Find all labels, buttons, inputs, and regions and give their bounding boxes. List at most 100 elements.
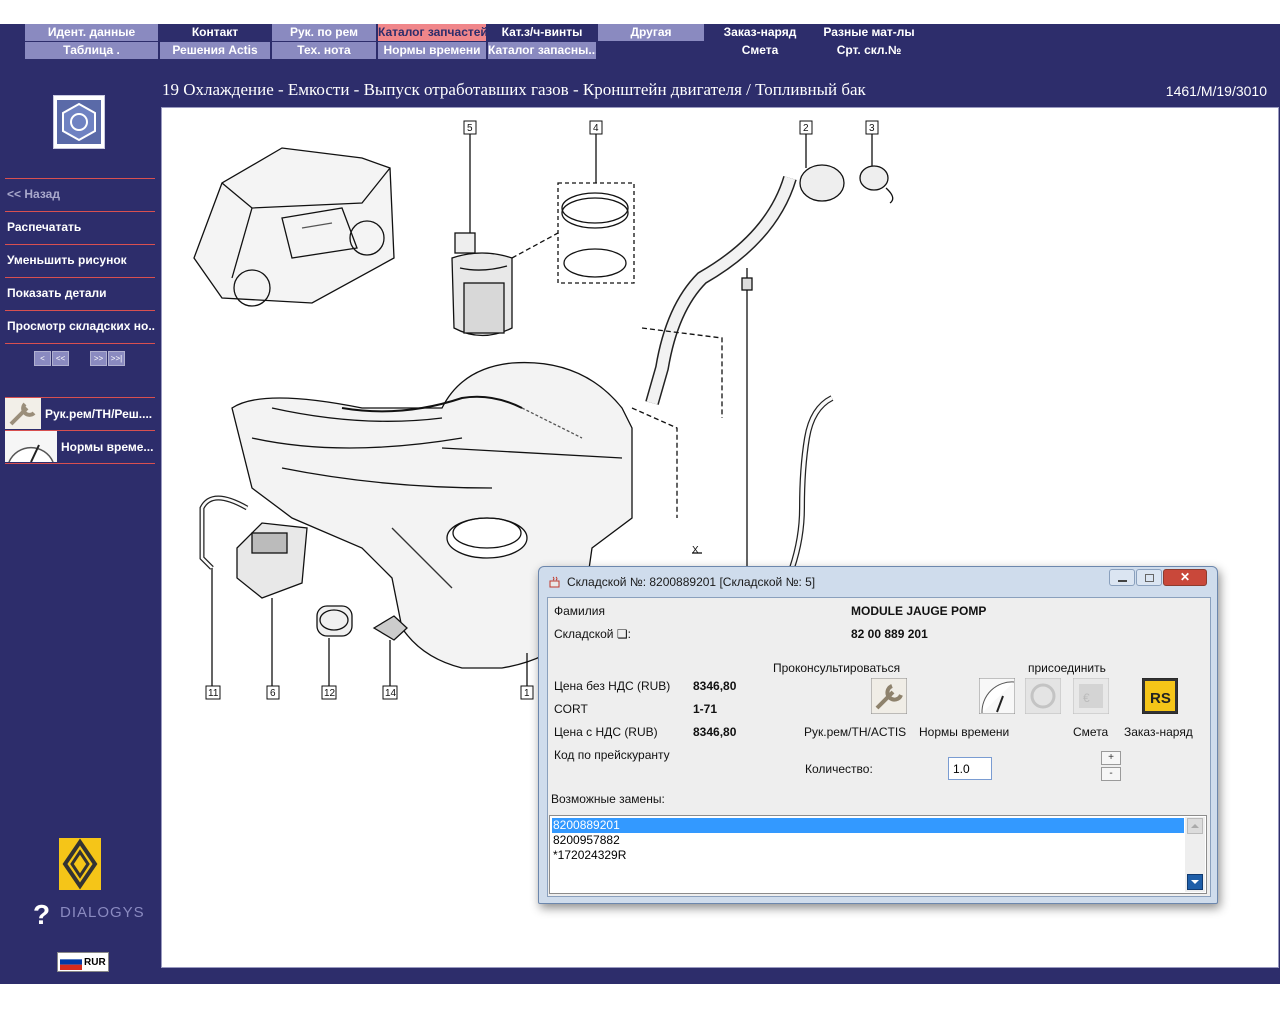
estimate-button[interactable]: € [1072,677,1110,715]
bottom-blank-strip [0,984,1280,1024]
triangle-down-icon [1191,880,1199,884]
nav-estimate[interactable]: Смета [706,42,814,59]
consult-label: Проконсультироваться [773,661,901,675]
nav-contact[interactable]: Контакт [160,24,270,41]
pager-next-button[interactable]: >> [90,351,107,366]
list-item[interactable]: 8200957882 [552,833,1184,848]
time-norms-tool[interactable]: Нормы време... [5,431,155,463]
work-order-icon: RS [1141,677,1179,715]
time-norms-button[interactable] [978,677,1016,715]
list-scrollbar[interactable] [1185,817,1205,892]
action-label-time-norms: Нормы времени [919,725,1010,739]
dialog-title: Складской №: 8200889201 [Складской №: 5] [567,575,816,589]
action-label-work-order: Заказ-наряд [1124,725,1193,739]
callout-2: 2 [803,123,809,134]
breadcrumb: 19 Охлаждение - Емкости - Выпуск отработ… [162,80,866,99]
nav-empty [598,42,704,59]
scroll-up-button[interactable] [1187,818,1203,834]
dialog-body: Фамилия MODULE JAUGE POMP Складской ❏: 8… [547,597,1211,897]
nav-tech-note[interactable]: Тех. нота [272,42,376,59]
view-stock-numbers-link[interactable]: Просмотр складских но... [7,319,155,333]
repair-manual-tool-label: Рук.рем/ТН/Реш.... [45,406,153,421]
show-details-link[interactable]: Показать детали [7,286,155,300]
maximize-button[interactable] [1136,569,1162,586]
minimize-button[interactable] [1109,569,1135,586]
currency-badge[interactable]: RUR [57,952,109,972]
menu-divider [5,277,155,278]
callout-4: 4 [593,123,599,134]
dialogys-brand: DIALOGYS [60,904,145,921]
quantity-decrement-button[interactable]: - [1101,767,1121,781]
nav-time-norms[interactable]: Нормы времени [378,42,486,59]
nav-stock-sort[interactable]: Срт. скл.№ [816,42,922,59]
list-item[interactable]: 8200889201 [552,818,1184,833]
maximize-icon [1145,574,1154,582]
nav-table[interactable]: Таблица . [25,42,158,59]
top-blank-strip [0,0,1265,24]
pager-last-button[interactable]: >>| [108,351,125,366]
chip-icon [1024,677,1062,715]
nav-spare-catalog[interactable]: Каталог запасны... [488,42,596,59]
nav-actis-solutions[interactable]: Решения Actis [160,42,270,59]
cort-label: CORT [554,702,588,716]
pager-first-button[interactable]: << [52,351,69,366]
print-link[interactable]: Распечатать [7,220,155,234]
action-label-estimate: Смета [1073,725,1109,739]
callout-14: 14 [385,688,397,699]
document-id: 1461/M/19/3010 [1165,83,1267,99]
svg-text:€: € [1083,691,1090,705]
nav-misc-materials[interactable]: Разные мат-лы [816,24,922,41]
callout-12: 12 [324,688,336,699]
work-order-button[interactable]: RS [1141,677,1179,715]
renault-logo-icon [59,838,101,890]
wrench-icon [870,677,908,715]
wrench-icon [5,398,41,429]
replacements-list[interactable]: 8200889201 8200957882 *172024329R [549,815,1207,894]
quantity-input[interactable] [948,757,992,780]
callout-5: 5 [467,123,473,134]
stopwatch-icon [978,677,1016,715]
price-net-value: 8346,80 [693,679,737,693]
repair-manual-button[interactable] [870,677,908,715]
menu-divider [5,211,155,212]
marker-x: X [692,545,699,556]
menu-divider [5,343,155,344]
section-logo [53,95,105,149]
callout-11: 11 [208,688,219,699]
price-code-label: Код по прейскуранту [554,748,670,762]
back-link[interactable]: << Назад [7,187,155,201]
nav-other[interactable]: Другая [598,24,704,41]
help-question-icon[interactable]: ? [33,900,57,930]
close-button[interactable]: ✕ [1163,569,1207,586]
nav-work-order[interactable]: Заказ-наряд [706,24,814,41]
close-icon: ✕ [1179,570,1191,584]
price-vat-value: 8346,80 [693,725,737,739]
attach-label: присоединить [1028,661,1106,675]
shrink-image-link[interactable]: Уменьшить рисунок [7,253,155,267]
action-label-repair: Рук.рем/ТН/ACTIS [804,725,907,739]
repair-manual-tool[interactable]: Рук.рем/ТН/Реш.... [5,398,155,429]
nav-parts-catalog[interactable]: Каталог запчастей [378,24,486,41]
stopwatch-icon [5,431,57,463]
list-item[interactable]: *172024329R [552,848,1184,863]
price-net-label: Цена без НДС (RUB) [554,679,671,693]
callout-6: 6 [270,688,276,699]
scroll-down-button[interactable] [1187,874,1203,890]
nav-repair-manual[interactable]: Рук. по рем [272,24,376,41]
app-window: Идент. данные Контакт Рук. по рем Катало… [0,0,1280,1024]
pager-prev-button[interactable]: < [34,351,51,366]
nav-ident-data[interactable]: Идент. данные [25,24,158,41]
nav-screws-catalog[interactable]: Кат.з/ч-винты [488,24,596,41]
family-value: MODULE JAUGE POMP [851,604,987,618]
stock-number-value: 82 00 889 201 [851,627,928,641]
quantity-increment-button[interactable]: + [1101,751,1121,765]
price-vat-label: Цена с НДС (RUB) [554,725,658,739]
family-label: Фамилия [554,604,605,618]
menu-divider [5,310,155,311]
time-norms-tool-label: Нормы време... [61,439,154,454]
cort-value: 1-71 [693,702,718,716]
currency-code: RUR [84,956,106,968]
minimize-icon [1118,580,1127,582]
russia-flag-icon [60,954,82,970]
calculator-icon: € [1072,677,1110,715]
